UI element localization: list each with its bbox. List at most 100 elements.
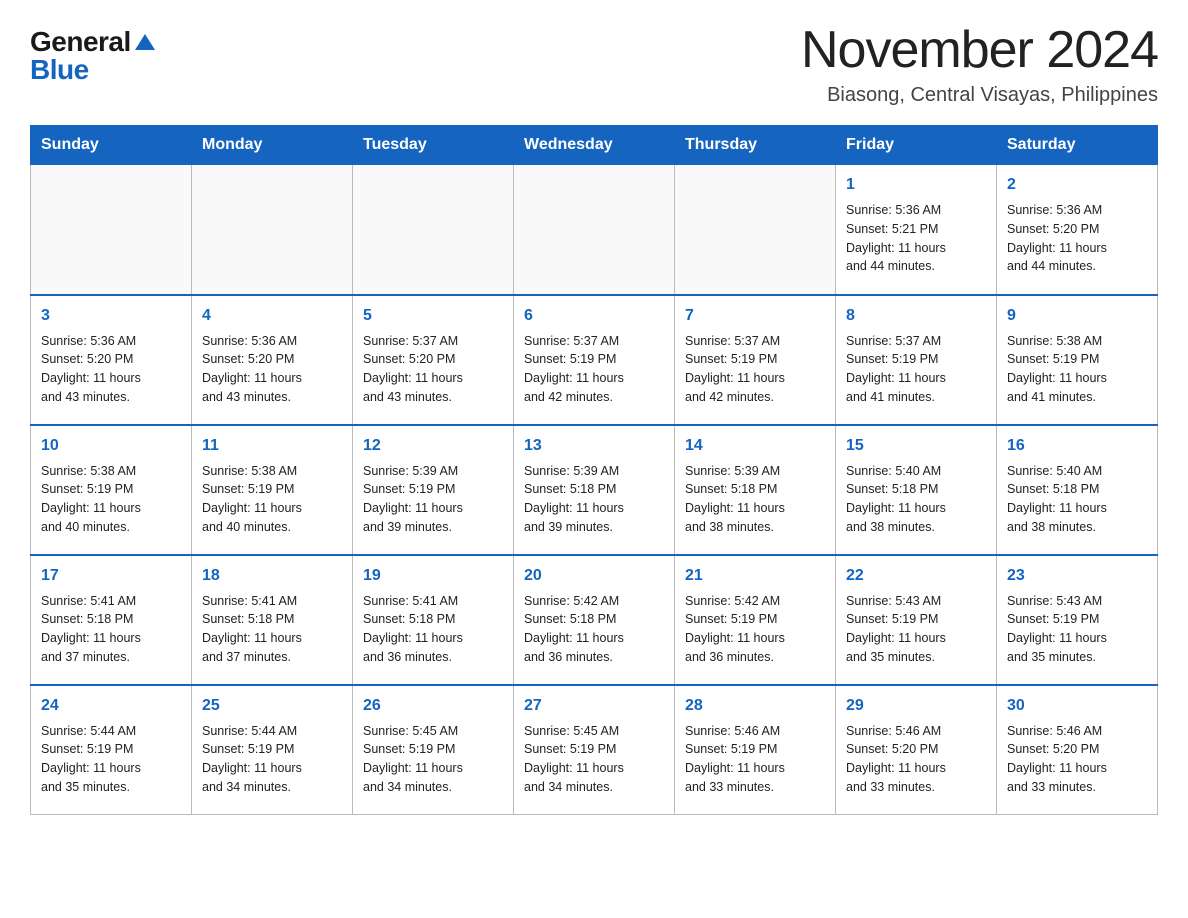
day-info: Sunrise: 5:39 AMSunset: 5:18 PMDaylight:…: [524, 462, 664, 537]
day-info: Sunrise: 5:40 AMSunset: 5:18 PMDaylight:…: [846, 462, 986, 537]
day-number: 17: [41, 564, 181, 588]
day-info: Sunrise: 5:41 AMSunset: 5:18 PMDaylight:…: [202, 592, 342, 667]
day-info: Sunrise: 5:43 AMSunset: 5:19 PMDaylight:…: [1007, 592, 1147, 667]
calendar-cell: 2 Sunrise: 5:36 AMSunset: 5:20 PMDaylight…: [997, 165, 1158, 295]
calendar-cell: [31, 165, 192, 295]
calendar-cell: 6 Sunrise: 5:37 AMSunset: 5:19 PMDaylight…: [514, 295, 675, 425]
day-info: Sunrise: 5:36 AMSunset: 5:20 PMDaylight:…: [202, 332, 342, 407]
calendar-cell: 4 Sunrise: 5:36 AMSunset: 5:20 PMDaylight…: [192, 295, 353, 425]
day-info: Sunrise: 5:36 AMSunset: 5:20 PMDaylight:…: [1007, 201, 1147, 276]
calendar-cell: 7 Sunrise: 5:37 AMSunset: 5:19 PMDaylight…: [675, 295, 836, 425]
calendar-cell: 17 Sunrise: 5:41 AMSunset: 5:18 PMDayligh…: [31, 555, 192, 685]
day-header-sunday: Sunday: [31, 126, 192, 165]
calendar-cell: 24 Sunrise: 5:44 AMSunset: 5:19 PMDayligh…: [31, 685, 192, 815]
page-header: General Blue November 2024 Biasong, Cent…: [30, 20, 1158, 107]
day-number: 12: [363, 434, 503, 458]
day-info: Sunrise: 5:44 AMSunset: 5:19 PMDaylight:…: [202, 722, 342, 797]
day-header-wednesday: Wednesday: [514, 126, 675, 165]
calendar-cell: 21 Sunrise: 5:42 AMSunset: 5:19 PMDayligh…: [675, 555, 836, 685]
day-info: Sunrise: 5:46 AMSunset: 5:19 PMDaylight:…: [685, 722, 825, 797]
day-number: 3: [41, 304, 181, 328]
calendar-cell: 9 Sunrise: 5:38 AMSunset: 5:19 PMDaylight…: [997, 295, 1158, 425]
calendar-cell: 19 Sunrise: 5:41 AMSunset: 5:18 PMDayligh…: [353, 555, 514, 685]
day-number: 11: [202, 434, 342, 458]
logo: General Blue: [30, 28, 155, 84]
day-number: 6: [524, 304, 664, 328]
calendar-week-2: 10 Sunrise: 5:38 AMSunset: 5:19 PMDayligh…: [31, 425, 1158, 555]
logo-general-text: General: [30, 28, 131, 56]
title-area: November 2024 Biasong, Central Visayas, …: [801, 20, 1158, 107]
day-info: Sunrise: 5:41 AMSunset: 5:18 PMDaylight:…: [41, 592, 181, 667]
calendar-cell: 23 Sunrise: 5:43 AMSunset: 5:19 PMDayligh…: [997, 555, 1158, 685]
day-info: Sunrise: 5:36 AMSunset: 5:21 PMDaylight:…: [846, 201, 986, 276]
day-info: Sunrise: 5:38 AMSunset: 5:19 PMDaylight:…: [1007, 332, 1147, 407]
day-info: Sunrise: 5:45 AMSunset: 5:19 PMDaylight:…: [524, 722, 664, 797]
day-header-tuesday: Tuesday: [353, 126, 514, 165]
day-info: Sunrise: 5:42 AMSunset: 5:19 PMDaylight:…: [685, 592, 825, 667]
day-number: 25: [202, 694, 342, 718]
calendar-cell: [675, 165, 836, 295]
day-number: 14: [685, 434, 825, 458]
day-number: 18: [202, 564, 342, 588]
day-info: Sunrise: 5:38 AMSunset: 5:19 PMDaylight:…: [202, 462, 342, 537]
day-number: 30: [1007, 694, 1147, 718]
calendar-cell: 14 Sunrise: 5:39 AMSunset: 5:18 PMDayligh…: [675, 425, 836, 555]
day-number: 1: [846, 173, 986, 197]
day-number: 13: [524, 434, 664, 458]
calendar-cell: 13 Sunrise: 5:39 AMSunset: 5:18 PMDayligh…: [514, 425, 675, 555]
day-header-thursday: Thursday: [675, 126, 836, 165]
day-info: Sunrise: 5:39 AMSunset: 5:19 PMDaylight:…: [363, 462, 503, 537]
calendar-cell: 18 Sunrise: 5:41 AMSunset: 5:18 PMDayligh…: [192, 555, 353, 685]
day-number: 28: [685, 694, 825, 718]
day-number: 29: [846, 694, 986, 718]
day-number: 15: [846, 434, 986, 458]
day-number: 16: [1007, 434, 1147, 458]
day-number: 5: [363, 304, 503, 328]
calendar-week-0: 1 Sunrise: 5:36 AMSunset: 5:21 PMDaylight…: [31, 165, 1158, 295]
calendar-week-4: 24 Sunrise: 5:44 AMSunset: 5:19 PMDayligh…: [31, 685, 1158, 815]
day-info: Sunrise: 5:37 AMSunset: 5:20 PMDaylight:…: [363, 332, 503, 407]
day-header-row: SundayMondayTuesdayWednesdayThursdayFrid…: [31, 126, 1158, 165]
day-info: Sunrise: 5:38 AMSunset: 5:19 PMDaylight:…: [41, 462, 181, 537]
calendar-cell: 22Sunrise: 5:43 AMSunset: 5:19 PMDayligh…: [836, 555, 997, 685]
calendar-cell: 10 Sunrise: 5:38 AMSunset: 5:19 PMDayligh…: [31, 425, 192, 555]
logo-triangle-icon: [135, 34, 155, 50]
location-text: Biasong, Central Visayas, Philippines: [801, 84, 1158, 107]
day-info: Sunrise: 5:46 AMSunset: 5:20 PMDaylight:…: [846, 722, 986, 797]
day-number: 27: [524, 694, 664, 718]
day-header-friday: Friday: [836, 126, 997, 165]
calendar-cell: 3 Sunrise: 5:36 AMSunset: 5:20 PMDaylight…: [31, 295, 192, 425]
calendar-cell: [514, 165, 675, 295]
day-header-saturday: Saturday: [997, 126, 1158, 165]
day-number: 19: [363, 564, 503, 588]
day-number: 10: [41, 434, 181, 458]
calendar-cell: [192, 165, 353, 295]
day-number: 7: [685, 304, 825, 328]
calendar-cell: 25 Sunrise: 5:44 AMSunset: 5:19 PMDayligh…: [192, 685, 353, 815]
day-number: 21: [685, 564, 825, 588]
calendar-cell: 8 Sunrise: 5:37 AMSunset: 5:19 PMDaylight…: [836, 295, 997, 425]
day-number: 22: [846, 564, 986, 588]
day-info: Sunrise: 5:37 AMSunset: 5:19 PMDaylight:…: [524, 332, 664, 407]
day-number: 2: [1007, 173, 1147, 197]
calendar-week-1: 3 Sunrise: 5:36 AMSunset: 5:20 PMDaylight…: [31, 295, 1158, 425]
day-info: Sunrise: 5:46 AMSunset: 5:20 PMDaylight:…: [1007, 722, 1147, 797]
month-title: November 2024: [801, 20, 1158, 80]
day-number: 4: [202, 304, 342, 328]
day-number: 23: [1007, 564, 1147, 588]
calendar-cell: 29 Sunrise: 5:46 AMSunset: 5:20 PMDayligh…: [836, 685, 997, 815]
day-info: Sunrise: 5:41 AMSunset: 5:18 PMDaylight:…: [363, 592, 503, 667]
day-number: 24: [41, 694, 181, 718]
day-info: Sunrise: 5:44 AMSunset: 5:19 PMDaylight:…: [41, 722, 181, 797]
calendar-cell: 11 Sunrise: 5:38 AMSunset: 5:19 PMDayligh…: [192, 425, 353, 555]
day-info: Sunrise: 5:37 AMSunset: 5:19 PMDaylight:…: [846, 332, 986, 407]
calendar-cell: 12 Sunrise: 5:39 AMSunset: 5:19 PMDayligh…: [353, 425, 514, 555]
day-info: Sunrise: 5:36 AMSunset: 5:20 PMDaylight:…: [41, 332, 181, 407]
calendar-cell: 5 Sunrise: 5:37 AMSunset: 5:20 PMDaylight…: [353, 295, 514, 425]
day-number: 8: [846, 304, 986, 328]
calendar-cell: 27 Sunrise: 5:45 AMSunset: 5:19 PMDayligh…: [514, 685, 675, 815]
day-info: Sunrise: 5:37 AMSunset: 5:19 PMDaylight:…: [685, 332, 825, 407]
day-info: Sunrise: 5:39 AMSunset: 5:18 PMDaylight:…: [685, 462, 825, 537]
logo-blue-text: Blue: [30, 56, 89, 84]
day-number: 9: [1007, 304, 1147, 328]
